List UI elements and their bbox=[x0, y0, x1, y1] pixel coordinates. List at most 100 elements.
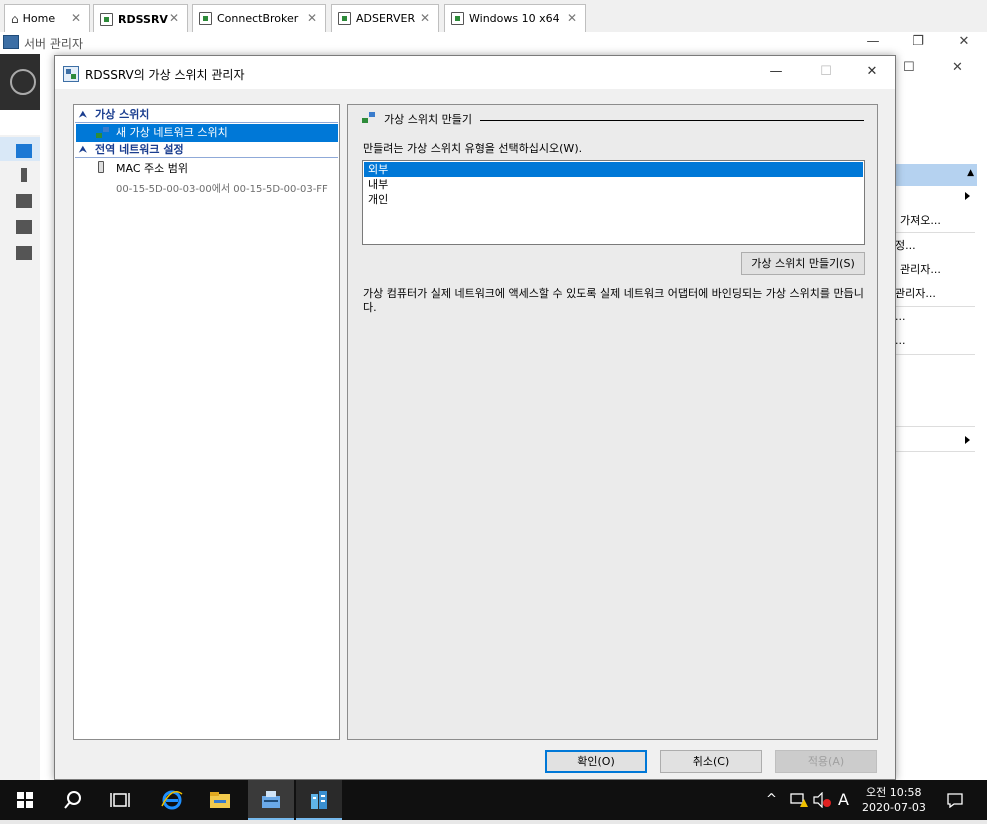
switch-type-internal[interactable]: 내부 bbox=[364, 177, 863, 192]
task-item[interactable]: 가져오... bbox=[900, 212, 941, 228]
windows-start-icon[interactable] bbox=[17, 792, 34, 809]
create-switch-button[interactable]: 가상 스위치 만들기(S) bbox=[741, 252, 865, 275]
close-icon[interactable]: ✕ bbox=[857, 64, 887, 79]
tasks-header: ▲ bbox=[895, 164, 977, 186]
tab-label: Windows 10 x64 bbox=[469, 12, 560, 25]
virtual-switch-manager-dialog: RDSSRV의 가상 스위치 관리자 — ☐ ✕ ⮝ 가상 스위치 새 가상 네… bbox=[54, 55, 896, 780]
switch-type-prompt: 만들려는 가상 스위치 유형을 선택하십시오(W). bbox=[363, 142, 583, 155]
collapse-icon[interactable]: ⮝ bbox=[79, 143, 87, 158]
tree-item-label: 새 가상 네트워크 스위치 bbox=[116, 126, 228, 139]
taskbar: ^ A 오전 10:58 2020-07-03 bbox=[0, 780, 987, 820]
vm-icon bbox=[451, 12, 464, 25]
tree-item-mac-range[interactable]: MAC 주소 범위 bbox=[76, 160, 338, 178]
network-switch-icon bbox=[362, 112, 376, 126]
create-switch-panel: 가상 스위치 만들기 만들려는 가상 스위치 유형을 선택하십시오(W). 외부… bbox=[347, 104, 878, 740]
back-icon[interactable] bbox=[10, 69, 36, 95]
input-indicator[interactable]: A bbox=[838, 790, 849, 809]
tree-section-virtual-switches[interactable]: ⮝ 가상 스위치 bbox=[75, 107, 338, 123]
divider bbox=[895, 451, 975, 452]
divider bbox=[895, 306, 975, 307]
roles-icon[interactable] bbox=[16, 220, 32, 234]
collapse-icon[interactable]: ⮝ bbox=[79, 108, 87, 123]
task-item[interactable]: 관리자... bbox=[895, 285, 936, 301]
close-icon[interactable]: ✕ bbox=[944, 32, 984, 52]
network-warning-icon[interactable] bbox=[790, 792, 808, 808]
section-label: 전역 네트워크 설정 bbox=[95, 143, 184, 156]
dashboard-icon[interactable] bbox=[16, 144, 32, 158]
vm-icon bbox=[338, 12, 351, 25]
cancel-button[interactable]: 취소(C) bbox=[660, 750, 762, 773]
vm-icon bbox=[199, 12, 212, 25]
task-item[interactable]: 관리자... bbox=[900, 261, 941, 277]
maximize-icon: ☐ bbox=[820, 64, 832, 79]
notification-icon[interactable] bbox=[946, 792, 964, 808]
info-icon[interactable] bbox=[21, 168, 27, 182]
task-item[interactable]: ... bbox=[895, 334, 906, 347]
tree-section-global-settings[interactable]: ⮝ 전역 네트워크 설정 bbox=[75, 142, 338, 158]
task-item[interactable]: ... bbox=[895, 310, 906, 323]
server-manager-icon[interactable] bbox=[259, 788, 283, 812]
storage-icon[interactable] bbox=[16, 246, 32, 260]
chevron-up-icon[interactable]: ^ bbox=[766, 792, 777, 807]
panel-title: 가상 스위치 만들기 bbox=[384, 113, 472, 126]
server-manager-tasks: ☐ ✕ ▲ 가져오... 정... 관리자... 관리자... ... ... bbox=[895, 60, 987, 760]
clock-date[interactable]: 2020-07-03 bbox=[862, 801, 926, 814]
tab-label: ADSERVER bbox=[356, 12, 416, 25]
divider bbox=[895, 354, 975, 355]
volume-muted-icon[interactable] bbox=[813, 792, 831, 808]
dialog-titlebar: RDSSRV의 가상 스위치 관리자 — ☐ ✕ bbox=[55, 56, 895, 89]
tab-windows10[interactable]: Windows 10 x64 ✕ bbox=[444, 4, 586, 32]
header-rule bbox=[480, 120, 864, 121]
clock-time[interactable]: 오전 10:58 bbox=[866, 784, 921, 800]
switch-manager-icon bbox=[63, 66, 79, 82]
search-icon[interactable] bbox=[61, 788, 85, 812]
tab-label: ConnectBroker bbox=[217, 12, 299, 25]
task-item[interactable]: 정... bbox=[895, 237, 916, 253]
close-icon[interactable]: ✕ bbox=[952, 60, 963, 75]
minimize-icon[interactable]: — bbox=[853, 32, 893, 52]
close-icon[interactable]: ✕ bbox=[169, 11, 179, 25]
switch-type-external[interactable]: 외부 bbox=[364, 162, 863, 177]
tree-item-label: MAC 주소 범위 bbox=[116, 162, 188, 175]
panel-header: 가상 스위치 만들기 bbox=[362, 111, 472, 127]
host-tab-strip: ⌂ Home ✕ RDSSRV ✕ ConnectBroker ✕ ADSERV… bbox=[0, 0, 987, 33]
tab-home[interactable]: ⌂ Home ✕ bbox=[4, 4, 90, 32]
tab-adserver[interactable]: ADSERVER ✕ bbox=[331, 4, 439, 32]
server-manager-icon bbox=[3, 35, 19, 49]
mac-range-value: 00-15-5D-00-03-00에서 00-15-5D-00-03-FF bbox=[116, 184, 328, 195]
close-icon[interactable]: ✕ bbox=[307, 11, 317, 25]
server-manager-title: 서버 관리자 bbox=[24, 37, 84, 51]
minimize-icon[interactable]: — bbox=[761, 64, 791, 79]
server-manager-header bbox=[0, 54, 40, 110]
restore-icon[interactable]: ❐ bbox=[898, 32, 938, 52]
tab-rdssrv[interactable]: RDSSRV ✕ bbox=[93, 4, 188, 33]
apply-button: 적용(A) bbox=[775, 750, 877, 773]
expand-icon[interactable] bbox=[965, 436, 970, 444]
vm-icon bbox=[100, 12, 113, 26]
switch-type-list[interactable]: 외부 내부 개인 bbox=[362, 160, 865, 245]
switch-type-private[interactable]: 개인 bbox=[364, 192, 863, 207]
home-icon: ⌂ bbox=[11, 11, 19, 26]
hyper-v-manager-icon[interactable] bbox=[307, 788, 331, 812]
server-manager-titlebar: 서버 관리자 — ❐ ✕ bbox=[0, 32, 987, 54]
servers-icon[interactable] bbox=[16, 194, 32, 208]
switch-type-description: 가상 컴퓨터가 실제 네트워크에 액세스할 수 있도록 실제 네트워크 어댑터에… bbox=[363, 287, 864, 314]
expand-icon[interactable] bbox=[965, 192, 970, 200]
task-view-icon[interactable] bbox=[108, 788, 132, 812]
bottom-strip bbox=[0, 820, 987, 824]
tab-label: Home bbox=[22, 12, 56, 25]
dialog-title: RDSSRV의 가상 스위치 관리자 bbox=[85, 68, 245, 82]
internet-explorer-icon[interactable] bbox=[160, 788, 184, 812]
close-icon[interactable]: ✕ bbox=[420, 11, 430, 25]
restore-icon[interactable]: ☐ bbox=[903, 60, 915, 75]
close-icon[interactable]: ✕ bbox=[567, 11, 577, 25]
close-icon[interactable]: ✕ bbox=[71, 11, 81, 25]
network-switch-icon bbox=[96, 126, 110, 140]
tab-connectbroker[interactable]: ConnectBroker ✕ bbox=[192, 4, 326, 32]
divider bbox=[895, 232, 975, 233]
collapse-icon[interactable]: ▲ bbox=[967, 168, 974, 178]
ok-button[interactable]: 확인(O) bbox=[545, 750, 647, 773]
file-explorer-icon[interactable] bbox=[208, 788, 232, 812]
tree-item-new-switch[interactable]: 새 가상 네트워크 스위치 bbox=[76, 124, 338, 142]
section-label: 가상 스위치 bbox=[95, 108, 150, 121]
